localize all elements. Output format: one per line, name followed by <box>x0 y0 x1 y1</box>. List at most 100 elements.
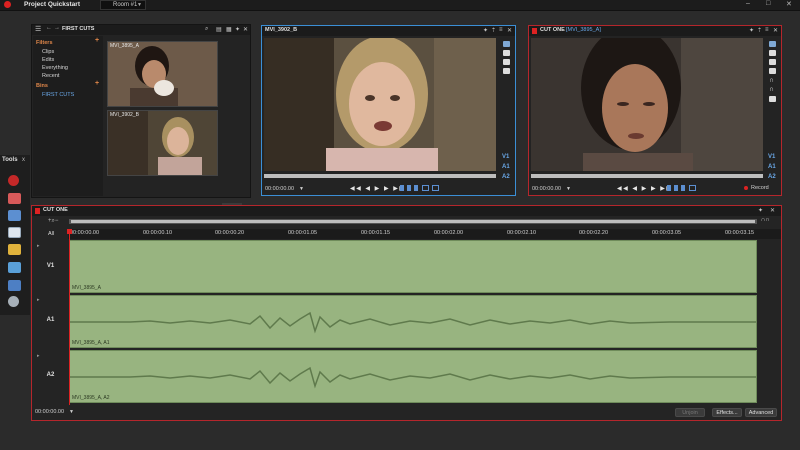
mark-in-out-icons[interactable] <box>667 185 697 192</box>
ruler-tick: 00:00:01.05 <box>288 230 318 236</box>
effects-button[interactable]: Effects... <box>712 408 742 417</box>
track-toggle-a1[interactable]: A1 <box>502 164 510 170</box>
timeline-header: CUT ONE ✦ ✕ <box>32 206 781 216</box>
page-icon[interactable] <box>769 50 776 56</box>
pin-icon[interactable]: ✦ <box>483 27 490 34</box>
tools-close-icon[interactable]: x <box>22 157 25 163</box>
unjoin-button[interactable]: Unjoin <box>675 408 705 417</box>
track-toggle-a1[interactable]: A1 <box>768 164 776 170</box>
import-tool-icon[interactable] <box>8 193 21 204</box>
record-button[interactable]: Record <box>751 185 769 191</box>
timeline-clip-v1[interactable]: MVI_3895_A <box>69 240 757 293</box>
panel-close-icon[interactable]: ✕ <box>773 27 780 34</box>
playhead[interactable] <box>69 229 70 405</box>
record-dot-icon <box>744 186 748 190</box>
chevron-down-icon[interactable]: ▼ <box>299 186 304 192</box>
track-expand-icon[interactable]: ▸ <box>37 243 40 249</box>
timeline-panel: CUT ONE ✦ ✕ +⌕− ∩∩ All 00:00:00.00 00:00… <box>31 205 782 421</box>
upload-icon[interactable]: ⇡ <box>491 27 498 34</box>
download-icon[interactable] <box>769 96 776 102</box>
record-scrub-bar[interactable] <box>531 174 763 178</box>
headphones-icon[interactable]: ∩∩ <box>761 217 770 223</box>
close-button[interactable]: ✕ <box>786 0 792 8</box>
record-video-frame[interactable] <box>531 38 763 171</box>
zoom-icons[interactable]: +⌕− <box>48 218 58 225</box>
timeline-zoom-bar[interactable] <box>69 219 757 224</box>
headphones-icon[interactable]: ∩ <box>769 77 774 84</box>
screen-icon[interactable] <box>503 59 510 65</box>
forward-icon[interactable]: → <box>54 25 60 31</box>
timeline-timecode[interactable]: 00:00:00.00 <box>35 409 64 415</box>
project-title: Project Quickstart <box>24 1 80 8</box>
record-transport-controls[interactable]: ◀◀ ◀ ▶ ▶ ▶▶ <box>617 185 672 192</box>
track-toggle-v1[interactable]: V1 <box>502 154 509 160</box>
filter-item-clips[interactable]: Clips <box>42 49 54 55</box>
panel-close-icon[interactable]: ✕ <box>243 26 250 33</box>
chevron-down-icon[interactable]: ▼ <box>69 409 74 415</box>
track-label-a2[interactable]: A2 <box>34 372 67 378</box>
record-video-image <box>531 38 763 171</box>
keyboard-tool-icon[interactable] <box>8 227 21 238</box>
track-toggle-v1[interactable]: V1 <box>768 154 775 160</box>
source-timecode[interactable]: 00:00:00.00 <box>265 186 294 192</box>
source-transport-controls[interactable]: ◀◀ ◀ ▶ ▶ ▶▶ <box>350 185 405 192</box>
menu-icon[interactable]: ≡ <box>499 27 505 33</box>
track-expand-icon[interactable]: ▸ <box>37 297 40 303</box>
pin-icon[interactable]: ✦ <box>749 27 756 34</box>
upload-icon[interactable]: ⇡ <box>757 27 764 34</box>
add-bin-icon[interactable]: + <box>95 80 99 87</box>
timeline-zoom-handle[interactable] <box>71 220 755 223</box>
bins-header: Bins <box>36 83 48 89</box>
bin-item-first-cuts[interactable]: FIRST CUTS <box>42 92 74 98</box>
clip-thumbnail[interactable]: MVI_3895_A <box>107 41 218 107</box>
back-icon[interactable]: ← <box>46 25 52 31</box>
file-icon[interactable] <box>769 68 776 74</box>
track-toggle-a2[interactable]: A2 <box>502 174 510 180</box>
chevron-down-icon[interactable]: ▼ <box>566 186 571 192</box>
menu-icon[interactable]: ≡ <box>765 27 771 33</box>
bin-tool-icon[interactable] <box>8 210 21 221</box>
timeline-clip-a2[interactable]: MVI_3895_A, A2 <box>69 350 757 403</box>
all-tracks-toggle[interactable]: All <box>48 231 54 237</box>
grid-view-icon[interactable]: ▦ <box>226 26 234 33</box>
filter-item-recent[interactable]: Recent <box>42 73 59 79</box>
record-tool-icon[interactable] <box>8 175 19 186</box>
panel-close-icon[interactable]: ✕ <box>770 207 777 214</box>
users-tool-icon[interactable] <box>8 296 19 307</box>
playhead-handle[interactable] <box>67 229 72 234</box>
add-filter-icon[interactable]: + <box>95 37 99 44</box>
panel-close-icon[interactable]: ✕ <box>507 27 514 34</box>
folder-icon[interactable] <box>769 41 776 47</box>
record-timecode[interactable]: 00:00:00.00 <box>532 186 561 192</box>
timeline-ruler[interactable]: 00:00:00.00 00:00:00.10 00:00:00.20 00:0… <box>68 229 781 239</box>
list-view-icon[interactable]: ▤ <box>216 26 224 33</box>
pin-icon[interactable]: ✦ <box>758 207 765 214</box>
source-video-frame[interactable] <box>264 38 496 171</box>
timeline-clip-a1[interactable]: MVI_3895_A, A1 <box>69 295 757 348</box>
share-tool-icon[interactable] <box>8 280 21 291</box>
search-icon[interactable]: ⌕ <box>205 26 210 33</box>
filter-item-everything[interactable]: Everything <box>42 65 68 71</box>
track-expand-icon[interactable]: ▸ <box>37 353 40 359</box>
clip-thumbnail[interactable]: MVI_3902_B <box>107 110 218 176</box>
room-selector[interactable]: Room #1 ▼ <box>100 0 146 10</box>
folder-icon[interactable] <box>503 41 510 47</box>
menu-icon[interactable]: ☰ <box>35 25 41 33</box>
headphones-icon[interactable]: ∩ <box>769 86 774 93</box>
source-scrub-bar[interactable] <box>264 174 496 178</box>
export-tool-icon[interactable] <box>8 262 21 273</box>
mark-in-out-icons[interactable] <box>400 185 440 192</box>
screen-icon[interactable] <box>769 59 776 65</box>
minimize-button[interactable]: – <box>746 0 750 7</box>
folder-tool-icon[interactable] <box>8 244 21 255</box>
ruler-tick: 00:00:02.20 <box>579 230 609 236</box>
track-label-a1[interactable]: A1 <box>34 317 67 323</box>
pin-icon[interactable]: ✦ <box>235 26 242 33</box>
filter-item-edits[interactable]: Edits <box>42 57 54 63</box>
track-toggle-a2[interactable]: A2 <box>768 174 776 180</box>
track-label-v1[interactable]: V1 <box>34 263 67 269</box>
page-icon[interactable] <box>503 50 510 56</box>
advanced-button[interactable]: Advanced <box>745 408 777 417</box>
file-icon[interactable] <box>503 68 510 74</box>
maximize-button[interactable]: □ <box>766 0 770 7</box>
